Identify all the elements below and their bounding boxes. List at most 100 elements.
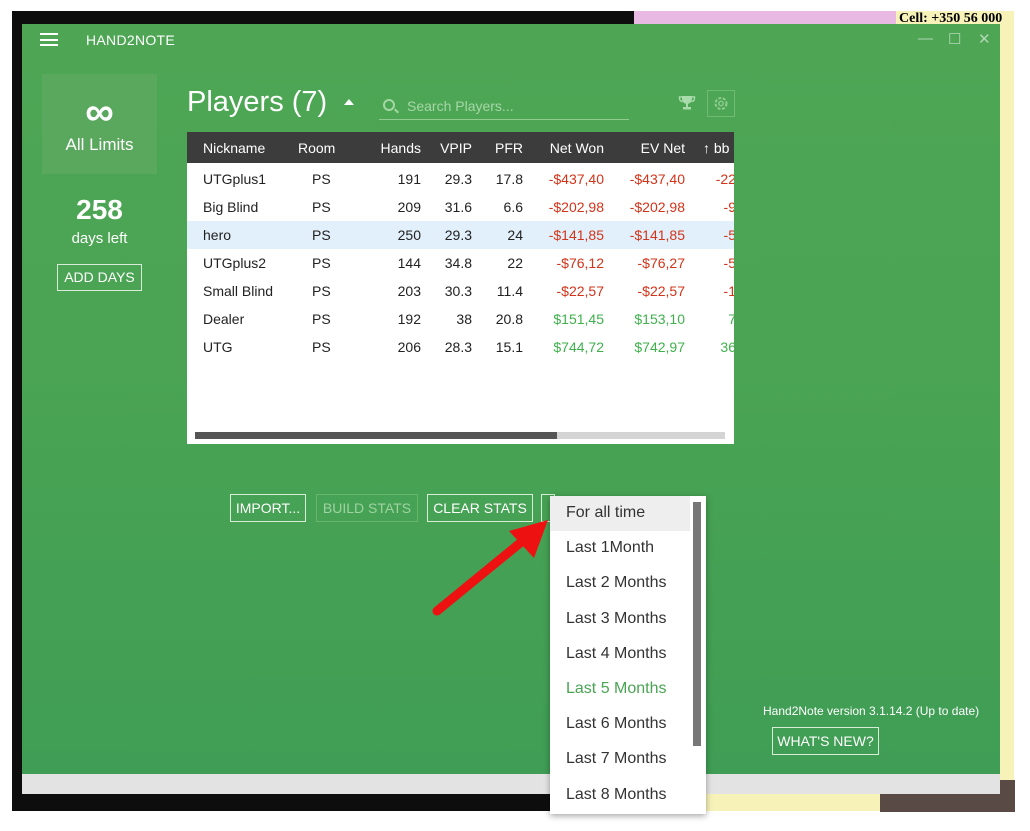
cell-net-won: $744,72 xyxy=(553,339,604,355)
days-left-count: 258 xyxy=(76,194,123,225)
cell-ev-net: -$202,98 xyxy=(629,199,685,215)
period-dropdown: Last 8 Months Last 7 Months Last 6 Months L… xyxy=(550,496,706,814)
days-left-label: days left xyxy=(71,230,128,247)
cell-ev-net: -$76,27 xyxy=(637,255,685,271)
trophy-icon[interactable] xyxy=(678,94,696,117)
dropdown-option[interactable]: Last 8 Months xyxy=(550,778,690,813)
column-hands[interactable]: Hands xyxy=(381,140,421,156)
cell-ev-net: $153,10 xyxy=(634,311,685,327)
settings-button[interactable] xyxy=(707,90,735,117)
status-bar xyxy=(22,774,1000,794)
cell-hands: 250 xyxy=(397,227,421,243)
table-row[interactable]: UTGplus2 PS 144 34.8 22 -$76,12 -$76,27 -5 xyxy=(187,249,734,277)
cell-net-won: -$202,98 xyxy=(548,199,604,215)
cell-hands: 209 xyxy=(397,199,421,215)
column-net-won[interactable]: Net Won xyxy=(550,140,604,156)
limits-label: All Limits xyxy=(65,135,134,154)
page-title: Players (7) xyxy=(187,86,328,118)
dropdown-option[interactable]: Last 4 Months xyxy=(550,637,690,672)
clear-stats-button[interactable]: CLEAR STATS xyxy=(427,494,533,522)
cell-vpip: 34.8 xyxy=(444,255,472,271)
dropdown-option[interactable]: Last 1Month xyxy=(550,531,690,566)
cell-nickname: UTG xyxy=(203,339,233,355)
cell-net-won: -$141,85 xyxy=(548,227,604,243)
search-icon xyxy=(383,99,395,111)
search-input[interactable] xyxy=(405,97,624,115)
cell-room: PS xyxy=(312,171,331,187)
cell-pfr: 6.6 xyxy=(503,199,523,215)
scrollbar-thumb[interactable] xyxy=(195,432,557,439)
cell-room: PS xyxy=(312,255,331,271)
table-row[interactable]: Dealer PS 192 38 20.8 $151,45 $153,10 7 xyxy=(187,305,734,333)
cell-vpip: 38 xyxy=(456,311,472,327)
column-ev-net[interactable]: EV Net xyxy=(641,140,685,156)
dropdown-scrollbar[interactable] xyxy=(693,502,701,746)
search-box xyxy=(379,94,629,120)
table-row[interactable]: Small Blind PS 203 30.3 11.4 -$22,57 -$22,57 -1 xyxy=(187,277,734,305)
import-button[interactable]: IMPORT... xyxy=(230,494,306,522)
whats-new-button[interactable]: WHAT'S NEW? xyxy=(772,727,879,755)
cell-bb: -5 xyxy=(723,227,734,243)
limits-tile[interactable]: ∞ All Limits xyxy=(42,74,157,174)
close-icon[interactable]: ✕ xyxy=(978,30,991,48)
cell-pfr: 11.4 xyxy=(496,283,523,299)
cell-room: PS xyxy=(312,339,331,355)
cell-bb: 7 xyxy=(728,311,734,327)
cell-hands: 144 xyxy=(397,255,421,271)
minimize-icon[interactable]: — xyxy=(918,30,933,47)
cell-hands: 206 xyxy=(397,339,421,355)
caret-up-icon[interactable] xyxy=(344,99,354,105)
add-days-button[interactable]: ADD DAYS xyxy=(57,264,142,291)
cell-nickname: Dealer xyxy=(203,311,245,327)
cell-vpip: 29.3 xyxy=(444,171,472,187)
cell-nickname: UTGplus1 xyxy=(203,171,267,187)
hamburger-menu-icon[interactable] xyxy=(40,33,58,46)
cell-pfr: 20.8 xyxy=(495,311,523,327)
version-text: Hand2Note version 3.1.14.2 (Up to date) xyxy=(763,704,980,718)
column-room[interactable]: Room xyxy=(298,140,335,156)
cell-ev-net: -$22,57 xyxy=(637,283,685,299)
table-row[interactable]: hero PS 250 29.3 24 -$141,85 -$141,85 -5 xyxy=(187,221,734,249)
table-row[interactable]: UTGplus1 PS 191 29.3 17.8 -$437,40 -$437,40 -22 xyxy=(187,165,734,193)
app-title: HAND2NOTE xyxy=(86,32,176,48)
dropdown-option[interactable]: Last 2 Months xyxy=(550,566,690,601)
cell-ev-net: -$437,40 xyxy=(629,171,685,187)
column-vpip[interactable]: VPIP xyxy=(440,140,472,156)
cell-nickname: UTGplus2 xyxy=(203,255,267,271)
dropdown-option[interactable]: Last 3 Months xyxy=(550,602,690,637)
cell-ev-net: $742,97 xyxy=(634,339,685,355)
app-window: HAND2NOTE — ☐ ✕ ∞ All Limits 258 days le… xyxy=(22,24,1000,774)
dropdown-option[interactable]: For all time xyxy=(550,496,690,531)
cell-pfr: 15.1 xyxy=(495,339,523,355)
infinity-icon: ∞ xyxy=(85,90,114,134)
cell-vpip: 31.6 xyxy=(444,199,472,215)
cell-vpip: 28.3 xyxy=(444,339,472,355)
dropdown-option[interactable]: Last 7 Months xyxy=(550,742,690,777)
cell-hands: 203 xyxy=(397,283,421,299)
build-stats-button[interactable]: BUILD STATS xyxy=(316,494,418,522)
horizontal-scrollbar[interactable] xyxy=(195,432,725,439)
table-row[interactable]: Big Blind PS 209 31.6 6.6 -$202,98 -$202,98 -9 xyxy=(187,193,734,221)
maximize-icon[interactable]: ☐ xyxy=(948,30,961,48)
column-pfr[interactable]: PFR xyxy=(495,140,523,156)
column-bb[interactable]: ↑ bb xyxy=(703,140,729,156)
cell-bb: -22 xyxy=(715,171,734,187)
dropdown-option[interactable]: Last 6 Months xyxy=(550,707,690,742)
dropdown-option[interactable]: Last 5 Months xyxy=(550,672,690,707)
table-row[interactable]: UTG PS 206 28.3 15.1 $744,72 $742,97 36 xyxy=(187,333,734,361)
cell-pfr: 22 xyxy=(507,255,523,271)
cell-pfr: 24 xyxy=(507,227,523,243)
cell-bb: -9 xyxy=(723,199,734,215)
cell-room: PS xyxy=(312,311,331,327)
cell-hands: 191 xyxy=(397,171,421,187)
cell-net-won: -$437,40 xyxy=(548,171,604,187)
cell-pfr: 17.8 xyxy=(495,171,523,187)
cell-net-won: $151,45 xyxy=(553,311,604,327)
column-nickname[interactable]: Nickname xyxy=(203,140,265,156)
table-body: UTGplus1 PS 191 29.3 17.8 -$437,40 -$437,40 -22… xyxy=(187,163,734,361)
cell-bb: -1 xyxy=(723,283,734,299)
background-document-header xyxy=(634,11,896,25)
cell-vpip: 30.3 xyxy=(444,283,472,299)
cell-hands: 192 xyxy=(397,311,421,327)
cell-bb: -5 xyxy=(723,255,734,271)
